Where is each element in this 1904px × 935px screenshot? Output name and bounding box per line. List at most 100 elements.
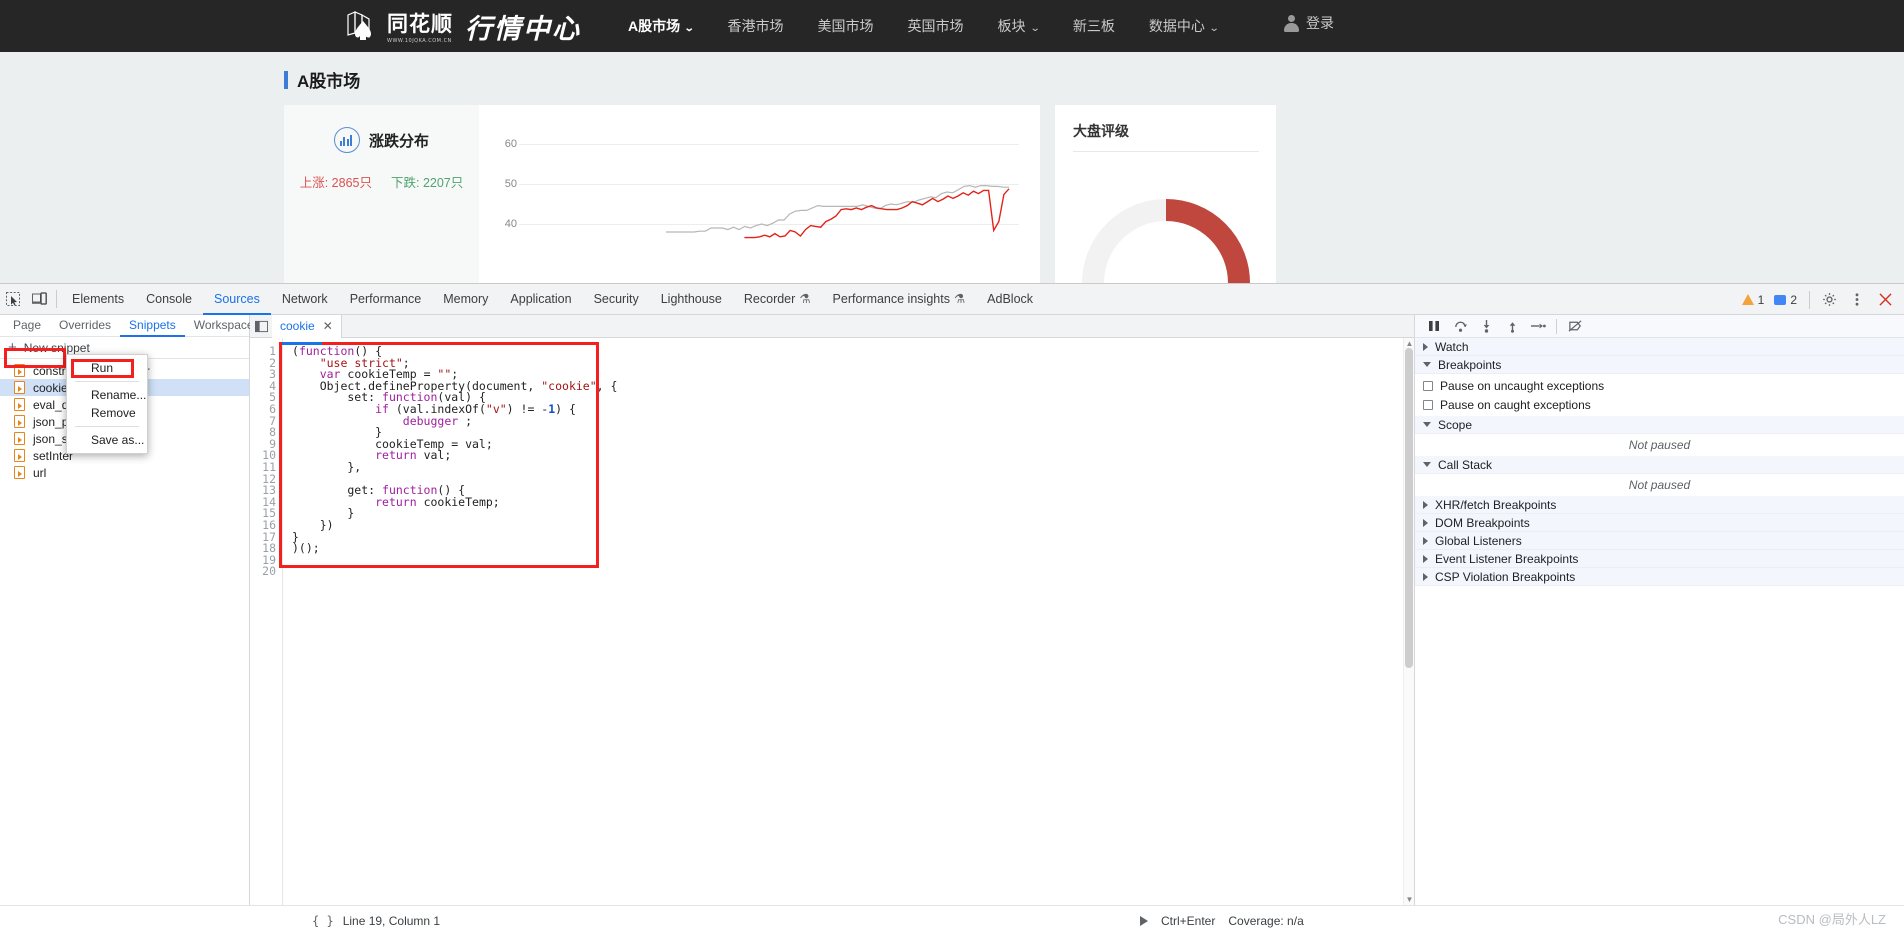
tab-adblock[interactable]: AdBlock: [976, 284, 1044, 315]
section-label: Global Listeners: [1435, 533, 1522, 548]
tab-sources[interactable]: Sources: [203, 284, 271, 315]
nav-item-4[interactable]: 板块 ⌄: [981, 16, 1056, 36]
debugger-section-scope[interactable]: Scope: [1415, 416, 1904, 434]
tab-lighthouse[interactable]: Lighthouse: [650, 284, 733, 315]
logo-product: 行情中心: [465, 13, 581, 45]
nav-item-5[interactable]: 新三板: [1056, 16, 1132, 36]
scroll-down-icon[interactable]: ▼: [1404, 894, 1415, 905]
tab-network[interactable]: Network: [271, 284, 339, 315]
nav-item-1[interactable]: 香港市场: [711, 16, 801, 36]
card-updown-distribution: 涨跌分布 上涨: 2865只 下跌: 2207只: [284, 105, 479, 288]
context-menu-item-rename[interactable]: Rename...: [67, 386, 147, 404]
nav-label: 数据中心: [1148, 18, 1205, 34]
close-icon[interactable]: ✕: [323, 319, 333, 333]
debugger-section-watch[interactable]: Watch: [1415, 338, 1904, 356]
tab-label: Recorder: [743, 291, 796, 306]
stat-up: 上涨: 2865只: [299, 176, 372, 190]
nav-item-0[interactable]: A股市场 ⌄: [611, 16, 711, 36]
pause-resume-icon[interactable]: [1421, 315, 1447, 337]
message-icon: [1774, 294, 1787, 305]
page-title-text: A股市场: [297, 72, 361, 91]
show-navigator-icon[interactable]: [250, 320, 272, 333]
y-tick: 50: [504, 178, 517, 190]
tab-application[interactable]: Application: [499, 284, 582, 315]
chevron-right-icon: [1423, 554, 1428, 563]
status-left: { } Line 19, Column 1: [312, 914, 440, 928]
editor-scrollbar[interactable]: ▲ ▼: [1403, 338, 1414, 905]
context-menu-item-save-as[interactable]: Save as...: [67, 431, 147, 449]
step-icon[interactable]: [1525, 315, 1551, 337]
code-lines[interactable]: (function() { "use strict"; var cookieTe…: [282, 338, 1414, 905]
tab-recorder[interactable]: Recorder ⚗: [733, 284, 822, 315]
tab-console[interactable]: Console: [135, 284, 203, 315]
debugger-section-event-listener-breakpoints[interactable]: Event Listener Breakpoints: [1415, 550, 1904, 568]
chevron-down-icon: [1423, 422, 1431, 427]
section-label: Breakpoints: [1438, 357, 1502, 372]
divider: [1809, 290, 1810, 309]
tab-performance[interactable]: Performance: [339, 284, 433, 315]
chevron-right-icon: [1423, 342, 1428, 351]
kebab-menu-icon[interactable]: [1844, 287, 1870, 313]
checkbox[interactable]: [1423, 380, 1433, 391]
login-button[interactable]: 登录: [1283, 13, 1334, 33]
card-market-rating: 大盘评级: [1055, 105, 1276, 288]
site-logo[interactable]: 同花顺 WWW.10JQKA.COM.CN 行情中心: [344, 7, 581, 46]
tab-memory[interactable]: Memory: [432, 284, 499, 315]
deactivate-breakpoints-icon[interactable]: [1562, 315, 1588, 337]
step-into-icon[interactable]: [1473, 315, 1499, 337]
run-shortcut-label: Ctrl+Enter: [1161, 913, 1216, 928]
card-header: 涨跌分布: [284, 127, 479, 153]
login-label: 登录: [1306, 15, 1334, 31]
devtools-tabbar-actions: 1 2: [1741, 284, 1898, 315]
snippet-label: cookie: [33, 380, 68, 395]
debugger-section-call-stack[interactable]: Call Stack: [1415, 456, 1904, 474]
navigator-tab-snippets[interactable]: Snippets: [120, 315, 185, 337]
site-header: 同花顺 WWW.10JQKA.COM.CN 行情中心 A股市场 ⌄ 香港市场 美国…: [0, 0, 1904, 52]
debugger-section-global-listeners[interactable]: Global Listeners: [1415, 532, 1904, 550]
source-editor: cookie ✕ 1 2 3 4 5 6 7 8 9 10 11 12 13 14 15 16 17 18 19 20…: [250, 314, 1415, 905]
coverage-label: Coverage: n/a: [1228, 913, 1304, 928]
rating-gauge: [1073, 165, 1259, 288]
editor-status-bar: { } Line 19, Column 1 Ctrl+Enter Coverag…: [0, 905, 1904, 935]
warning-count[interactable]: 1 2: [1741, 293, 1797, 307]
debugger-section-xhr-breakpoints[interactable]: XHR/fetch Breakpoints: [1415, 496, 1904, 514]
checkbox[interactable]: [1423, 399, 1433, 410]
site-nav: A股市场 ⌄ 香港市场 美国市场 英国市场 板块 ⌄ 新三板 数据中心 ⌄: [611, 16, 1235, 36]
device-toolbar-icon[interactable]: [26, 286, 52, 312]
tab-elements[interactable]: Elements: [61, 284, 135, 315]
section-label: Event Listener Breakpoints: [1435, 551, 1579, 566]
pause-on-uncaught-exceptions-row[interactable]: Pause on uncaught exceptions: [1415, 378, 1904, 393]
tab-performance-insights[interactable]: Performance insights ⚗: [822, 284, 977, 315]
step-out-icon[interactable]: [1499, 315, 1525, 337]
step-over-icon[interactable]: [1447, 315, 1473, 337]
debugger-section-breakpoints[interactable]: Breakpoints: [1415, 356, 1904, 374]
chevron-down-icon: ⌄: [683, 23, 695, 34]
breakpoint-options: Pause on uncaught exceptions Pause on ca…: [1415, 374, 1904, 416]
chevron-right-icon: [1423, 536, 1428, 545]
debugger-toolbar: [1415, 315, 1904, 338]
run-snippet-icon[interactable]: [1140, 915, 1148, 926]
scrollbar-thumb[interactable]: [1405, 348, 1413, 668]
nav-item-6[interactable]: 数据中心 ⌄: [1132, 16, 1235, 36]
context-menu-item-remove[interactable]: Remove: [67, 404, 147, 422]
navigator-tab-page[interactable]: Page: [4, 315, 50, 337]
debugger-section-dom-breakpoints[interactable]: DOM Breakpoints: [1415, 514, 1904, 532]
editor-tab-cookie[interactable]: cookie ✕: [272, 314, 342, 338]
divider: [1556, 318, 1557, 334]
highlight-box-snippet: [4, 348, 66, 368]
close-icon[interactable]: [1872, 287, 1898, 313]
code-area[interactable]: 1 2 3 4 5 6 7 8 9 10 11 12 13 14 15 16 17 18 19 20 (functio…: [250, 338, 1414, 905]
tab-security[interactable]: Security: [583, 284, 650, 315]
debugger-section-csp-violation-breakpoints[interactable]: CSP Violation Breakpoints: [1415, 568, 1904, 586]
snippet-file-icon: [14, 432, 25, 445]
gear-icon[interactable]: [1816, 287, 1842, 313]
section-label: CSP Violation Breakpoints: [1435, 569, 1576, 584]
snippet-file-icon: [14, 449, 25, 462]
nav-item-3[interactable]: 英国市场: [891, 16, 981, 36]
pretty-print-icon[interactable]: { }: [312, 914, 334, 928]
pause-on-caught-exceptions-row[interactable]: Pause on caught exceptions: [1415, 397, 1904, 412]
inspect-element-icon[interactable]: [0, 286, 26, 312]
snippet-item-url[interactable]: url: [0, 464, 249, 481]
navigator-tab-overrides[interactable]: Overrides: [50, 315, 120, 337]
nav-item-2[interactable]: 美国市场: [801, 16, 891, 36]
